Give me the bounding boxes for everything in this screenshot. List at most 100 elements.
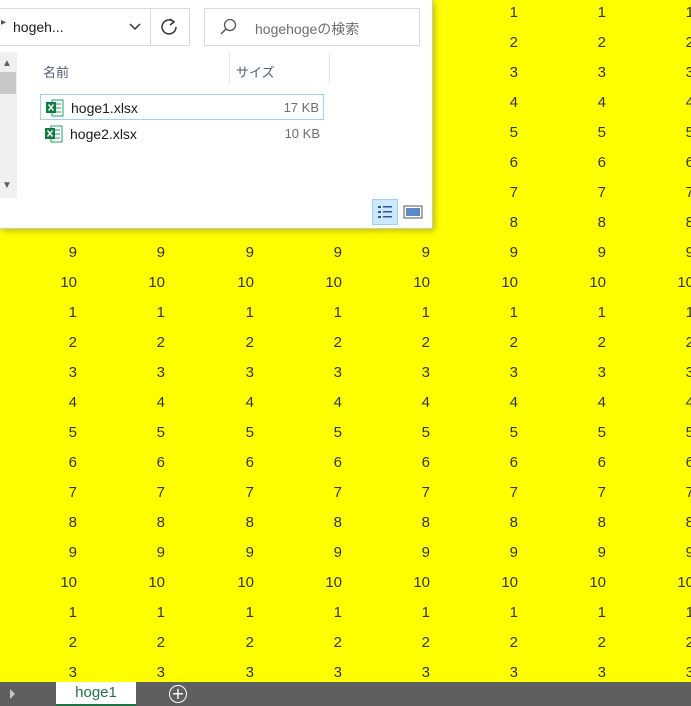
sheet-cell[interactable]: 1 <box>438 598 518 628</box>
sheet-cell[interactable]: 10 <box>438 268 518 298</box>
sheet-cell[interactable]: 8 <box>438 508 518 538</box>
sheet-cell[interactable]: 1 <box>0 598 77 628</box>
sheet-cell[interactable]: 9 <box>614 238 691 268</box>
sheet-cell[interactable]: 4 <box>0 388 77 418</box>
sheet-cell[interactable]: 3 <box>174 358 254 388</box>
sheet-cell[interactable]: 3 <box>526 658 606 682</box>
sheet-cell[interactable]: 7 <box>438 178 518 208</box>
sheet-cell[interactable]: 3 <box>526 358 606 388</box>
sheet-cell[interactable]: 6 <box>350 448 430 478</box>
column-divider[interactable] <box>229 52 230 84</box>
sheet-cell[interactable]: 6 <box>526 448 606 478</box>
sheet-cell[interactable]: 9 <box>526 238 606 268</box>
sheet-cell[interactable]: 10 <box>0 568 77 598</box>
sheet-cell[interactable]: 2 <box>0 628 77 658</box>
sheet-cell[interactable]: 2 <box>85 328 165 358</box>
sheet-cell[interactable]: 2 <box>614 328 691 358</box>
sheet-cell[interactable]: 3 <box>0 358 77 388</box>
sheet-cell[interactable]: 1 <box>614 0 691 28</box>
sheet-cell[interactable]: 3 <box>438 358 518 388</box>
sheet-cell[interactable]: 9 <box>174 238 254 268</box>
column-header-size[interactable]: サイズ <box>236 62 275 81</box>
sheet-cell[interactable]: 10 <box>262 568 342 598</box>
sheet-cell[interactable]: 1 <box>526 0 606 28</box>
sheet-cell[interactable]: 2 <box>614 28 691 58</box>
sheet-cell[interactable]: 2 <box>85 628 165 658</box>
sheet-cell[interactable]: 9 <box>85 238 165 268</box>
sheet-cell[interactable]: 1 <box>526 598 606 628</box>
sheet-cell[interactable]: 9 <box>85 538 165 568</box>
sheet-cell[interactable]: 6 <box>262 448 342 478</box>
sheet-cell[interactable]: 3 <box>614 58 691 88</box>
sheet-cell[interactable]: 8 <box>0 508 77 538</box>
sheet-cell[interactable]: 1 <box>85 598 165 628</box>
sheet-cell[interactable]: 2 <box>350 328 430 358</box>
sheet-cell[interactable]: 2 <box>262 628 342 658</box>
sheet-cell[interactable]: 4 <box>85 388 165 418</box>
sheet-cell[interactable]: 2 <box>350 628 430 658</box>
sheet-cell[interactable]: 2 <box>526 328 606 358</box>
sheet-cell[interactable]: 3 <box>85 658 165 682</box>
sheet-cell[interactable]: 5 <box>614 118 691 148</box>
scrollbar-thumb[interactable] <box>0 72 16 94</box>
navigation-pane-scrollbar[interactable]: ▲ ▼ <box>0 52 17 198</box>
plus-circle-icon[interactable]: + <box>169 685 187 703</box>
sheet-cell[interactable]: 10 <box>85 268 165 298</box>
sheet-cell[interactable]: 7 <box>0 478 77 508</box>
sheet-cell[interactable]: 1 <box>174 598 254 628</box>
chevron-down-icon[interactable] <box>125 18 145 36</box>
sheet-cell[interactable]: 7 <box>350 478 430 508</box>
sheet-cell[interactable]: 9 <box>614 538 691 568</box>
sheet-cell[interactable]: 2 <box>174 328 254 358</box>
sheet-cell[interactable]: 2 <box>262 328 342 358</box>
sheet-cell[interactable]: 5 <box>0 418 77 448</box>
sheet-cell[interactable]: 1 <box>438 298 518 328</box>
sheet-cell[interactable]: 10 <box>262 268 342 298</box>
scroll-down-icon[interactable]: ▼ <box>2 180 12 191</box>
sheet-cell[interactable]: 7 <box>526 478 606 508</box>
large-icons-view-icon[interactable] <box>402 201 424 223</box>
sheet-cell[interactable]: 7 <box>614 478 691 508</box>
sheet-cell[interactable]: 1 <box>262 598 342 628</box>
sheet-cell[interactable]: 10 <box>614 568 691 598</box>
sheet-cell[interactable]: 10 <box>526 268 606 298</box>
sheet-cell[interactable]: 3 <box>438 58 518 88</box>
sheet-cell[interactable]: 3 <box>174 658 254 682</box>
sheet-cell[interactable]: 10 <box>350 568 430 598</box>
sheet-cell[interactable]: 8 <box>438 208 518 238</box>
sheet-cell[interactable]: 9 <box>350 538 430 568</box>
sheet-cell[interactable]: 1 <box>438 0 518 28</box>
sheet-cell[interactable]: 1 <box>262 298 342 328</box>
sheet-cell[interactable]: 4 <box>614 388 691 418</box>
search-input[interactable]: hogehogeの検索 <box>255 19 359 39</box>
sheet-cell[interactable]: 3 <box>614 658 691 682</box>
sheet-cell[interactable]: 5 <box>438 118 518 148</box>
sheet-cell[interactable]: 3 <box>85 358 165 388</box>
address-text[interactable]: hogeh... <box>13 19 64 35</box>
sheet-cell[interactable]: 2 <box>438 328 518 358</box>
sheet-cell[interactable]: 5 <box>526 118 606 148</box>
sheet-cell[interactable]: 9 <box>438 538 518 568</box>
sheet-cell[interactable]: 6 <box>438 148 518 178</box>
sheet-cell[interactable]: 8 <box>350 508 430 538</box>
sheet-cell[interactable]: 6 <box>614 148 691 178</box>
sheet-cell[interactable]: 7 <box>614 178 691 208</box>
sheet-cell[interactable]: 6 <box>174 448 254 478</box>
sheet-cell[interactable]: 8 <box>614 508 691 538</box>
sheet-cell[interactable]: 10 <box>350 268 430 298</box>
sheet-cell[interactable]: 10 <box>85 568 165 598</box>
sheet-cell[interactable]: 8 <box>262 508 342 538</box>
sheet-cell[interactable]: 2 <box>526 28 606 58</box>
sheet-cell[interactable]: 4 <box>614 88 691 118</box>
sheet-cell[interactable]: 6 <box>438 448 518 478</box>
sheet-cell[interactable]: 5 <box>174 418 254 448</box>
sheet-cell[interactable]: 3 <box>0 658 77 682</box>
sheet-cell[interactable]: 4 <box>526 388 606 418</box>
sheet-cell[interactable]: 2 <box>0 328 77 358</box>
sheet-cell[interactable]: 9 <box>262 238 342 268</box>
sheet-cell[interactable]: 1 <box>174 298 254 328</box>
search-box[interactable]: hogehogeの検索 <box>204 8 420 46</box>
details-view-icon[interactable] <box>372 199 398 225</box>
sheet-cell[interactable]: 3 <box>262 658 342 682</box>
sheet-cell[interactable]: 10 <box>526 568 606 598</box>
